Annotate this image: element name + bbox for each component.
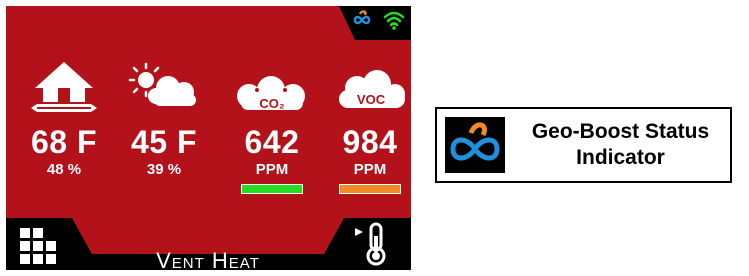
status-icons [345,9,405,36]
indoor-humidity: 48 % [46,161,82,178]
geo-boost-logo-icon[interactable] [351,9,373,36]
voc-level-bar [339,184,401,194]
thermostat-button[interactable] [353,222,393,266]
voc-cloud-icon: VOC [324,58,411,116]
wifi-icon[interactable] [383,10,405,35]
voc-value: 984 [342,124,398,160]
voc-sensor[interactable]: VOC 984 PPM [324,58,411,194]
voc-unit: PPM [353,161,387,178]
outdoor-humidity: 39 % [146,161,182,178]
indoor-sensor[interactable]: 68 F 48 % [18,58,110,178]
geo-boost-legend: Geo-Boost Status Indicator [435,107,732,183]
grid-icon [20,228,56,264]
legend-title-line1: Geo-Boost Status [531,120,710,143]
indoor-temperature: 68 F [30,124,98,160]
co2-value: 642 [244,124,300,160]
co2-unit: PPM [255,161,289,178]
co2-sensor[interactable]: CO₂ 642 PPM [226,58,318,194]
legend-title-line2: Indicator [576,146,665,169]
thermometer-icon [355,222,386,266]
geo-boost-logo-icon [445,117,505,173]
voc-icon-text: VOC [357,92,386,107]
indoor-home-icon [18,58,110,116]
co2-cloud-icon: CO₂ [226,58,318,116]
menu-grid-button[interactable] [20,228,56,264]
legend-title: Geo-Boost Status Indicator [515,119,726,171]
co2-level-bar [241,184,303,194]
co2-icon-text: CO₂ [259,96,285,111]
bottom-bar: Vent Heat [6,218,411,270]
mode-label: Vent Heat [156,248,260,271]
outdoor-temperature: 45 F [130,124,198,160]
outdoor-weather-icon [118,58,210,116]
outdoor-sensor[interactable]: 45 F 39 % [118,58,210,178]
thermostat-screen: 68 F 48 % 45 F 39 % CO₂ 642 PPM VOC 984 … [6,6,411,270]
